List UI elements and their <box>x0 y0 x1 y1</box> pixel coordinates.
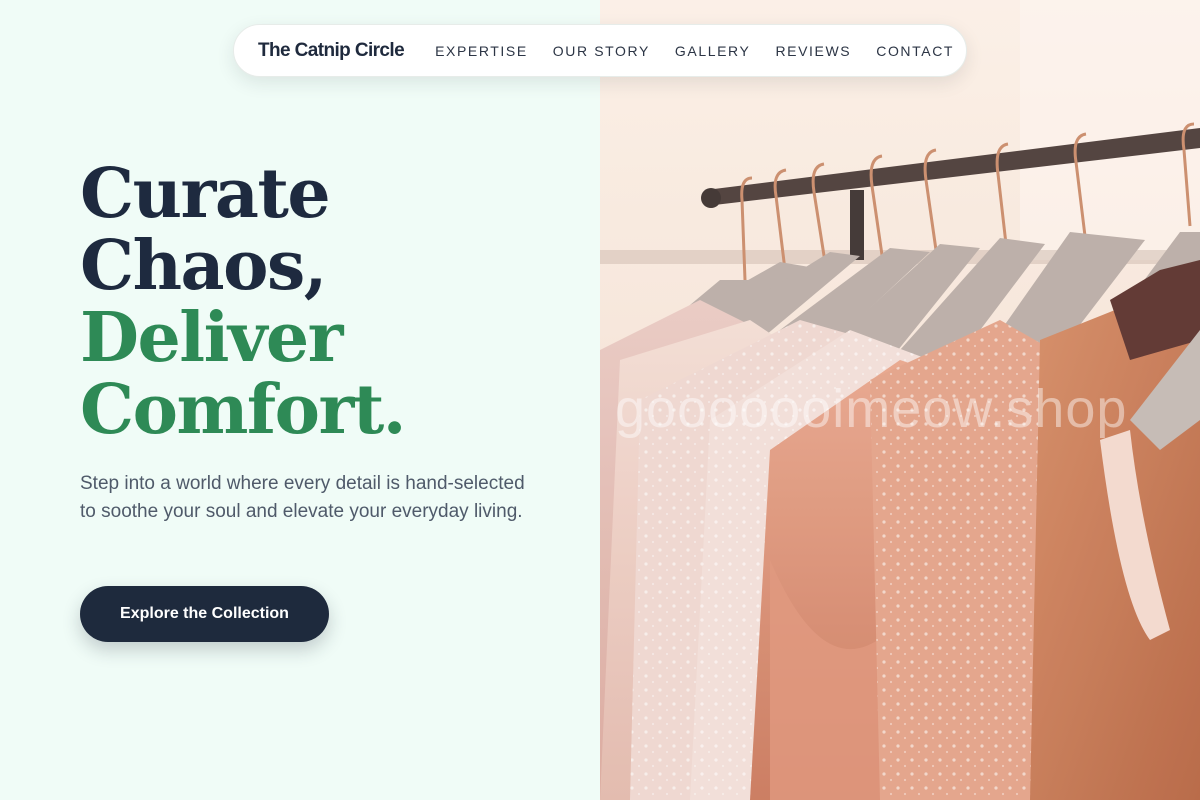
nav-link-gallery[interactable]: GALLERY <box>675 43 751 59</box>
headline-line-1: Curate <box>80 154 331 234</box>
nav-link-contact[interactable]: CONTACT <box>876 43 954 59</box>
hero-headline: Curate Chaos, Deliver Comfort. <box>80 158 560 446</box>
headline-line-2: Chaos, <box>80 226 327 306</box>
headline-line-4: Comfort. <box>80 370 406 450</box>
headline-line-3: Deliver <box>80 298 344 378</box>
explore-collection-button[interactable]: Explore the Collection <box>80 586 329 642</box>
nav-link-reviews[interactable]: REVIEWS <box>775 43 851 59</box>
hero-subtext: Step into a world where every detail is … <box>80 473 525 522</box>
nav-link-our-story[interactable]: OUR STORY <box>553 43 650 59</box>
clothing-rack-illustration <box>600 0 1200 800</box>
hero-image <box>600 0 1200 800</box>
brand-logo[interactable]: The Catnip Circle <box>258 40 405 62</box>
nav-link-expertise[interactable]: EXPERTISE <box>435 43 528 59</box>
top-navigation: The Catnip Circle EXPERTISE OUR STORY GA… <box>233 24 967 77</box>
nav-links: EXPERTISE OUR STORY GALLERY REVIEWS CONT… <box>435 43 954 59</box>
